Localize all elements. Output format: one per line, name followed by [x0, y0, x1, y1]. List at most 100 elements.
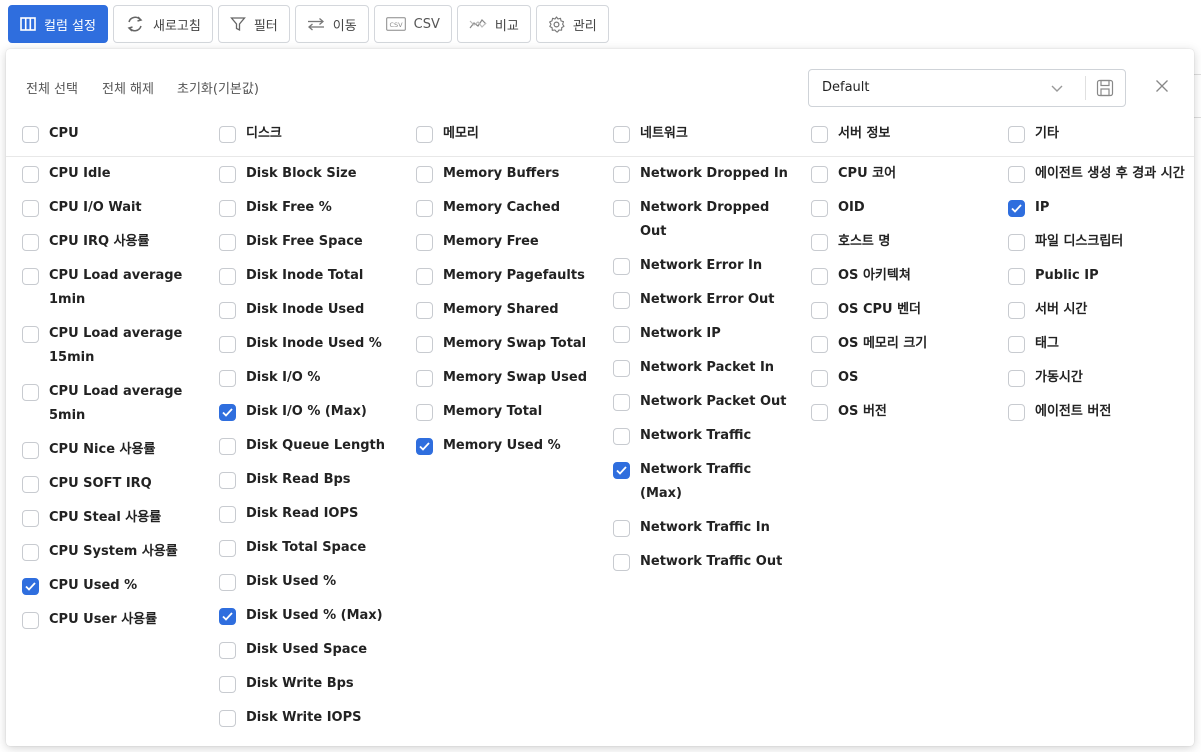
refresh-button[interactable]: 새로고침: [112, 5, 213, 43]
compare-button[interactable]: 비교: [456, 5, 531, 43]
checkbox[interactable]: [613, 200, 630, 217]
checkbox[interactable]: [22, 476, 39, 493]
checkbox[interactable]: [1008, 268, 1025, 285]
checkbox[interactable]: [1008, 370, 1025, 387]
group-header-checkbox[interactable]: 네트워크: [613, 122, 790, 146]
column-option-checkbox[interactable]: Network Packet In: [613, 356, 790, 380]
group-header-checkbox[interactable]: 서버 정보: [811, 122, 988, 146]
checkbox[interactable]: [811, 302, 828, 319]
checkbox[interactable]: [811, 370, 828, 387]
column-option-checkbox[interactable]: Disk Inode Total: [219, 264, 396, 288]
column-option-checkbox[interactable]: Disk Used %: [219, 570, 396, 594]
checkbox[interactable]: [1008, 404, 1025, 421]
checkbox[interactable]: [613, 554, 630, 571]
checkbox[interactable]: [219, 302, 236, 319]
checkbox[interactable]: [613, 394, 630, 411]
column-option-checkbox[interactable]: Network Dropped Out: [613, 196, 790, 244]
column-option-checkbox[interactable]: CPU Load average 1min: [22, 264, 199, 312]
column-option-checkbox[interactable]: Disk Write Bps: [219, 672, 396, 696]
column-option-checkbox[interactable]: Disk Write IOPS: [219, 706, 396, 730]
column-option-checkbox[interactable]: Memory Buffers: [416, 162, 593, 186]
checkbox[interactable]: [613, 326, 630, 343]
column-option-checkbox[interactable]: Network Traffic (Max): [613, 458, 790, 506]
column-option-checkbox[interactable]: OS CPU 벤더: [811, 298, 988, 322]
checkbox-checked[interactable]: [219, 608, 236, 625]
checkbox-checked[interactable]: [613, 462, 630, 479]
column-option-checkbox[interactable]: CPU Used %: [22, 574, 199, 598]
checkbox[interactable]: [811, 166, 828, 183]
checkbox[interactable]: [613, 292, 630, 309]
checkbox[interactable]: [416, 234, 433, 251]
group-header-checkbox[interactable]: 메모리: [416, 122, 593, 146]
checkbox[interactable]: [613, 520, 630, 537]
checkbox[interactable]: [219, 506, 236, 523]
column-option-checkbox[interactable]: Memory Total: [416, 400, 593, 424]
checkbox[interactable]: [416, 200, 433, 217]
checkbox[interactable]: [811, 126, 828, 143]
column-option-checkbox[interactable]: CPU IRQ 사용률: [22, 230, 199, 254]
checkbox[interactable]: [613, 126, 630, 143]
checkbox[interactable]: [219, 370, 236, 387]
column-option-checkbox[interactable]: Disk Queue Length: [219, 434, 396, 458]
column-option-checkbox[interactable]: Network Traffic In: [613, 516, 790, 540]
column-option-checkbox[interactable]: Network Error Out: [613, 288, 790, 312]
checkbox[interactable]: [219, 234, 236, 251]
column-option-checkbox[interactable]: CPU Idle: [22, 162, 199, 186]
column-option-checkbox[interactable]: Disk Total Space: [219, 536, 396, 560]
checkbox[interactable]: [416, 166, 433, 183]
checkbox[interactable]: [219, 336, 236, 353]
filter-button[interactable]: 필터: [217, 5, 290, 43]
column-option-checkbox[interactable]: OS: [811, 366, 988, 390]
column-option-checkbox[interactable]: 서버 시간: [1008, 298, 1185, 322]
checkbox[interactable]: [219, 540, 236, 557]
column-option-checkbox[interactable]: Disk I/O % (Max): [219, 400, 396, 424]
column-option-checkbox[interactable]: Memory Swap Total: [416, 332, 593, 356]
column-option-checkbox[interactable]: Network IP: [613, 322, 790, 346]
column-option-checkbox[interactable]: 에이전트 버전: [1008, 400, 1185, 424]
checkbox[interactable]: [416, 370, 433, 387]
checkbox-checked[interactable]: [22, 578, 39, 595]
checkbox[interactable]: [613, 360, 630, 377]
column-option-checkbox[interactable]: 파일 디스크립터: [1008, 230, 1185, 254]
checkbox-checked[interactable]: [416, 438, 433, 455]
checkbox[interactable]: [811, 200, 828, 217]
checkbox[interactable]: [416, 302, 433, 319]
column-option-checkbox[interactable]: CPU Load average 5min: [22, 380, 199, 428]
checkbox[interactable]: [219, 472, 236, 489]
column-option-checkbox[interactable]: CPU Steal 사용률: [22, 506, 199, 530]
column-option-checkbox[interactable]: Memory Free: [416, 230, 593, 254]
checkbox[interactable]: [219, 126, 236, 143]
checkbox[interactable]: [219, 438, 236, 455]
move-button[interactable]: 이동: [294, 5, 369, 43]
checkbox[interactable]: [22, 326, 39, 343]
column-option-checkbox[interactable]: Disk Free Space: [219, 230, 396, 254]
column-option-checkbox[interactable]: Disk Inode Used %: [219, 332, 396, 356]
checkbox[interactable]: [22, 510, 39, 527]
checkbox[interactable]: [1008, 166, 1025, 183]
checkbox[interactable]: [22, 384, 39, 401]
select-all-link[interactable]: 전체 선택: [26, 78, 78, 97]
checkbox[interactable]: [811, 268, 828, 285]
checkbox[interactable]: [22, 126, 39, 143]
deselect-all-link[interactable]: 전체 해제: [102, 78, 154, 97]
checkbox[interactable]: [22, 166, 39, 183]
column-option-checkbox[interactable]: Memory Shared: [416, 298, 593, 322]
checkbox[interactable]: [219, 268, 236, 285]
checkbox[interactable]: [811, 336, 828, 353]
checkbox-checked[interactable]: [1008, 200, 1025, 217]
checkbox[interactable]: [613, 166, 630, 183]
column-option-checkbox[interactable]: OS 아키텍쳐: [811, 264, 988, 288]
close-icon[interactable]: [1154, 78, 1170, 94]
checkbox[interactable]: [219, 676, 236, 693]
column-option-checkbox[interactable]: CPU Load average 15min: [22, 322, 199, 370]
column-option-checkbox[interactable]: Disk Used Space: [219, 638, 396, 662]
checkbox[interactable]: [416, 404, 433, 421]
checkbox[interactable]: [1008, 336, 1025, 353]
column-option-checkbox[interactable]: CPU I/O Wait: [22, 196, 199, 220]
column-settings-button[interactable]: 컬럼 설정: [8, 5, 108, 43]
column-option-checkbox[interactable]: Network Traffic: [613, 424, 790, 448]
checkbox[interactable]: [22, 544, 39, 561]
checkbox[interactable]: [22, 268, 39, 285]
manage-button[interactable]: 관리: [535, 5, 609, 43]
column-option-checkbox[interactable]: Memory Used %: [416, 434, 593, 458]
